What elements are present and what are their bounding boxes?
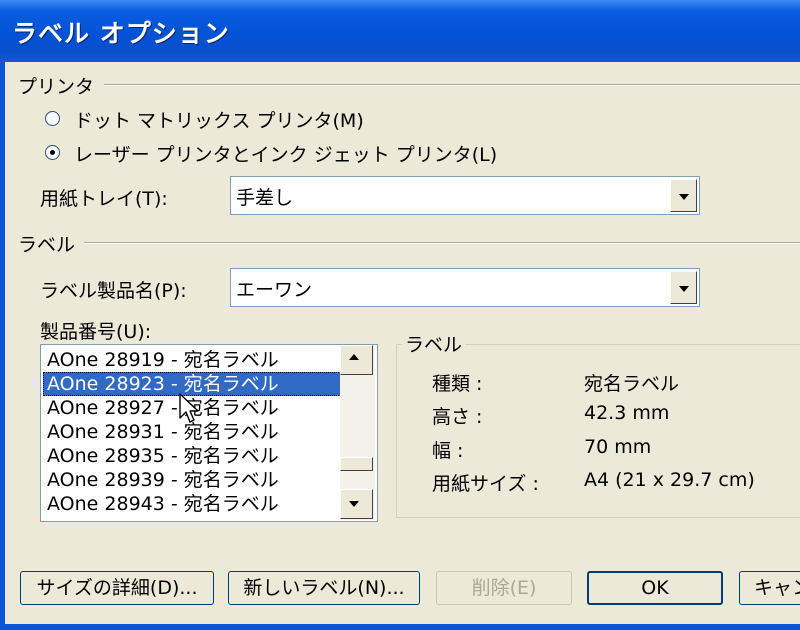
scroll-up-button[interactable] (340, 345, 373, 375)
product-number-list[interactable]: AOne 28919 - 宛名ラベル AOne 28923 - 宛名ラベル AO… (40, 344, 378, 522)
chevron-up-icon (349, 354, 359, 360)
cancel-button[interactable]: キャンセル (739, 571, 800, 605)
list-item[interactable]: AOne 28935 - 宛名ラベル (43, 444, 345, 468)
chevron-down-icon (679, 194, 689, 200)
product-name-select[interactable]: エーワン (230, 268, 700, 307)
chevron-down-icon (349, 501, 359, 507)
printer-group-label: プリンタ (18, 76, 95, 98)
radio-laser-label[interactable]: レーザー プリンタとインク ジェット プリンタ(L) (74, 140, 497, 167)
scroll-thumb[interactable] (340, 457, 373, 471)
tray-dropdown-button[interactable] (670, 179, 697, 212)
scroll-down-button[interactable] (340, 489, 373, 519)
label-info-group-title: ラベル (402, 330, 466, 357)
window-title: ラベル オプション (12, 19, 230, 48)
radio-selected-dot (50, 150, 55, 155)
list-item[interactable]: AOne 28919 - 宛名ラベル (43, 348, 345, 372)
mouse-pointer-icon (179, 393, 199, 423)
delete-button[interactable]: 削除(E) (436, 571, 572, 605)
list-item[interactable]: AOne 28943 - 宛名ラベル (43, 492, 345, 516)
height-value: 42.3 mm (584, 402, 670, 424)
chevron-down-icon (679, 286, 689, 292)
tray-select-value: 手差し (236, 187, 294, 209)
label-options-dialog: ラベル オプション プリンタ ドット マトリックス プリンタ(M) レーザー プ… (0, 0, 800, 630)
width-value: 70 mm (584, 436, 652, 458)
new-label-button[interactable]: 新しいラベル(N)... (228, 571, 420, 605)
label-separator (84, 242, 800, 244)
type-key: 種類 : (432, 373, 483, 395)
product-number-label: 製品番号(U): (40, 321, 152, 343)
paper-size-value: A4 (21 x 29.7 cm) (584, 469, 755, 491)
height-key: 高さ : (432, 406, 483, 428)
list-scrollbar[interactable] (340, 345, 375, 520)
paper-size-key: 用紙サイズ : (432, 473, 539, 495)
radio-dot-matrix-label[interactable]: ドット マトリックス プリンタ(M) (74, 106, 364, 133)
printer-separator (104, 84, 800, 86)
label-group-label: ラベル (18, 234, 76, 256)
radio-dot-matrix[interactable] (45, 111, 60, 126)
ok-button[interactable]: OK (587, 571, 723, 605)
title-bar[interactable]: ラベル オプション (0, 0, 800, 62)
tray-select[interactable]: 手差し (230, 176, 700, 215)
product-name-dropdown-button[interactable] (670, 271, 697, 304)
radio-laser[interactable] (45, 145, 60, 160)
window-frame-left (0, 62, 5, 630)
product-name-label: ラベル製品名(P): (40, 280, 187, 302)
size-details-button[interactable]: サイズの詳細(D)... (20, 571, 214, 605)
list-item[interactable]: AOne 28939 - 宛名ラベル (43, 468, 345, 492)
tray-label: 用紙トレイ(T): (40, 188, 168, 210)
type-value: 宛名ラベル (584, 373, 680, 395)
window-frame-bottom (0, 624, 800, 630)
product-name-value: エーワン (236, 279, 313, 301)
width-key: 幅 : (432, 440, 464, 462)
